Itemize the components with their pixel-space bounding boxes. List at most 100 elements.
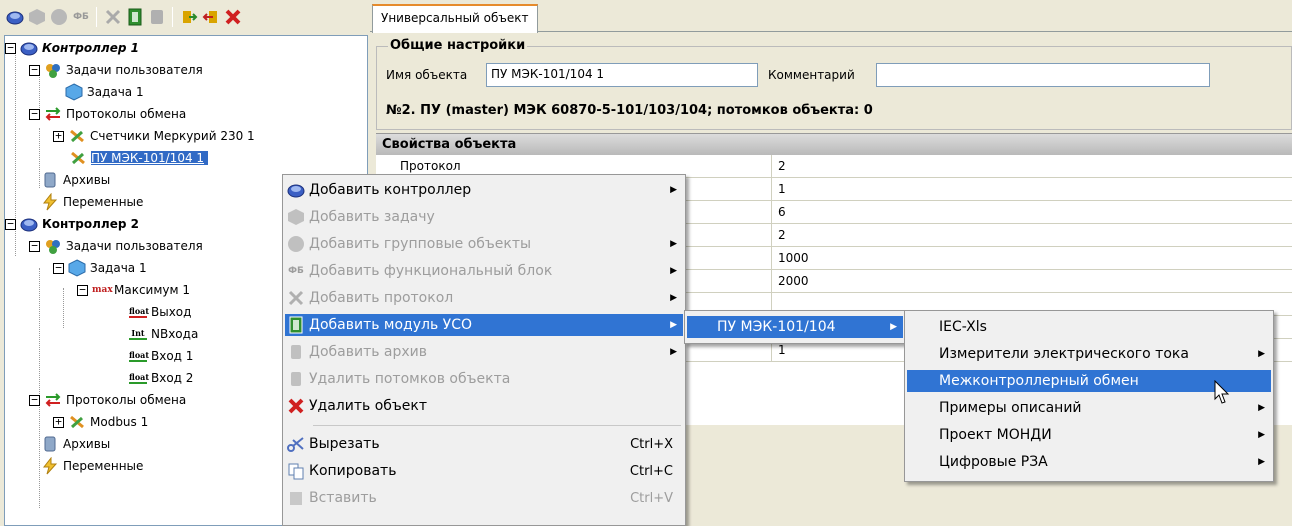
menu-item-delete-children[interactable]: Удалить потомков объекта — [285, 368, 683, 390]
group-icon — [285, 234, 307, 254]
delete-icon[interactable] — [224, 8, 242, 26]
submenu-arrow-icon: ▶ — [670, 239, 677, 249]
controller-icon — [20, 39, 38, 57]
submenu-arrow-icon: ▶ — [890, 322, 897, 332]
collapse-toggle[interactable]: − — [29, 108, 40, 120]
tree-item-max-1[interactable]: − max Максимум 1 — [77, 280, 190, 300]
menu-item-current-meters[interactable]: Измерители электрического тока ▶ — [907, 343, 1271, 365]
submenu-arrow-icon: ▶ — [1258, 349, 1265, 359]
submenu-arrow-icon: ▶ — [670, 293, 677, 303]
menu-item-add-protocol[interactable]: Добавить протокол ▶ — [285, 287, 683, 309]
paste-icon — [285, 488, 307, 508]
variables-icon — [41, 193, 59, 211]
menu-item-cut[interactable]: Вырезать Ctrl+X — [285, 433, 683, 455]
add-module-icon[interactable] — [126, 8, 144, 26]
menu-item-delete-object[interactable]: Удалить объект — [285, 395, 683, 417]
object-info: №2. ПУ (master) МЭК 60870-5-101/103/104;… — [386, 103, 873, 118]
comment-field[interactable] — [876, 63, 1210, 87]
tree-item-controller-2[interactable]: − Контроллер 2 — [5, 214, 139, 234]
tree-item-variables[interactable]: Переменные — [41, 192, 143, 212]
property-value[interactable]: 1000 — [774, 247, 1292, 270]
tree-item-archives[interactable]: Архивы — [41, 170, 110, 190]
menu-item-iec-101-104[interactable]: ПУ МЭК-101/104 ▶ — [687, 316, 903, 338]
add-task-icon[interactable] — [28, 8, 46, 26]
property-value[interactable]: 1 — [774, 178, 1292, 201]
tree-item-controller-1[interactable]: − Контроллер 1 — [5, 38, 139, 58]
add-protocol-icon[interactable] — [104, 8, 122, 26]
property-value[interactable]: 2 — [774, 155, 1292, 178]
menu-item-iec-xls[interactable]: IEC-Xls — [907, 316, 1271, 338]
object-name-label: Имя объекта — [386, 68, 468, 82]
task-icon — [65, 83, 83, 101]
collapse-toggle[interactable]: − — [77, 284, 88, 296]
collapse-toggle[interactable]: − — [29, 64, 40, 76]
tree-item-protocols[interactable]: − Протоколы обмена — [29, 104, 186, 124]
cut-icon — [285, 434, 307, 454]
max-block-icon: max — [92, 284, 113, 295]
copy-icon — [285, 461, 307, 481]
submenu-arrow-icon: ▶ — [670, 266, 677, 276]
collapse-toggle[interactable]: − — [5, 42, 16, 54]
collapse-toggle[interactable]: − — [53, 262, 64, 274]
tree-item-task-1-c2[interactable]: − Задача 1 — [53, 258, 147, 278]
menu-item-add-group-objects[interactable]: Добавить групповые объекты ▶ — [285, 233, 683, 255]
tab-universal-object[interactable]: Универсальный объект — [372, 4, 538, 33]
task-icon — [68, 259, 86, 277]
menu-item-digital-rza[interactable]: Цифровые РЗА ▶ — [907, 451, 1271, 473]
tasks-icon — [44, 237, 62, 255]
add-controller-icon[interactable] — [6, 8, 24, 26]
import-icon[interactable] — [202, 8, 220, 26]
tree-item-variables-2[interactable]: Переменные — [41, 456, 143, 476]
submenu-arrow-icon: ▶ — [670, 185, 677, 195]
tree-item-input-1[interactable]: float Вход 1 — [129, 346, 193, 366]
submenu-io-modules: ПУ МЭК-101/104 ▶ — [684, 310, 906, 344]
archive-icon — [41, 171, 59, 189]
menu-item-add-archive[interactable]: Добавить архив ▶ — [285, 341, 683, 363]
protocols-icon — [44, 105, 62, 123]
collapse-toggle[interactable]: − — [5, 218, 16, 230]
expand-toggle[interactable]: + — [53, 130, 64, 142]
variables-icon — [41, 457, 59, 475]
export-icon[interactable] — [180, 8, 198, 26]
add-fb-icon[interactable]: ФБ — [72, 8, 90, 26]
tree-item-protocols-2[interactable]: − Протоколы обмена — [29, 390, 186, 410]
menu-item-add-function-block[interactable]: ФБ Добавить функциональный блок ▶ — [285, 260, 683, 282]
collapse-toggle[interactable]: − — [29, 240, 40, 252]
tree-item-task-1[interactable]: Задача 1 — [65, 82, 144, 102]
menu-item-mondi-project[interactable]: Проект МОНДИ ▶ — [907, 424, 1271, 446]
expand-toggle[interactable]: + — [53, 416, 64, 428]
tree-item-iec-101-104[interactable]: ПУ МЭК-101/104 1 — [69, 148, 209, 168]
tree-item-user-tasks-2[interactable]: − Задачи пользователя — [29, 236, 203, 256]
tree-item-user-tasks[interactable]: − Задачи пользователя — [29, 60, 203, 80]
menu-item-add-io-module[interactable]: Добавить модуль УСО ▶ — [285, 314, 683, 336]
protocol-icon — [285, 288, 307, 308]
collapse-toggle[interactable]: − — [29, 394, 40, 406]
add-group-icon[interactable] — [50, 8, 68, 26]
archive-icon — [285, 342, 307, 362]
object-name-field[interactable]: ПУ МЭК-101/104 1 — [486, 63, 758, 87]
property-value[interactable]: 2 — [774, 224, 1292, 247]
mouse-cursor-icon — [1214, 379, 1232, 409]
property-value[interactable]: 2000 — [774, 270, 1292, 293]
tree-item-output[interactable]: float Выход — [129, 302, 191, 322]
tree-item-ninputs[interactable]: Int NBхода — [129, 324, 198, 344]
tree-item-mercury-counters[interactable]: + Счетчики Меркурий 230 1 — [53, 126, 255, 146]
property-value[interactable]: 6 — [774, 201, 1292, 224]
submenu-arrow-icon: ▶ — [670, 320, 677, 330]
task-icon — [285, 207, 307, 227]
tasks-icon — [44, 61, 62, 79]
archive-icon — [41, 435, 59, 453]
tree-item-modbus-1[interactable]: + Modbus 1 — [53, 412, 148, 432]
comment-label: Комментарий — [768, 68, 855, 82]
menu-item-paste[interactable]: Вставить Ctrl+V — [285, 487, 683, 509]
tree-item-input-2[interactable]: float Вход 2 — [129, 368, 193, 388]
add-archive-icon[interactable] — [148, 8, 166, 26]
tree-item-archives-2[interactable]: Архивы — [41, 434, 110, 454]
menu-item-add-task[interactable]: Добавить задачу — [285, 206, 683, 228]
delete-icon — [285, 396, 307, 416]
menu-item-add-controller[interactable]: Добавить контроллер ▶ — [285, 179, 683, 201]
submenu-arrow-icon: ▶ — [1258, 430, 1265, 440]
controller-icon — [20, 215, 38, 233]
delete-children-icon — [285, 369, 307, 389]
menu-item-copy[interactable]: Копировать Ctrl+C — [285, 460, 683, 482]
